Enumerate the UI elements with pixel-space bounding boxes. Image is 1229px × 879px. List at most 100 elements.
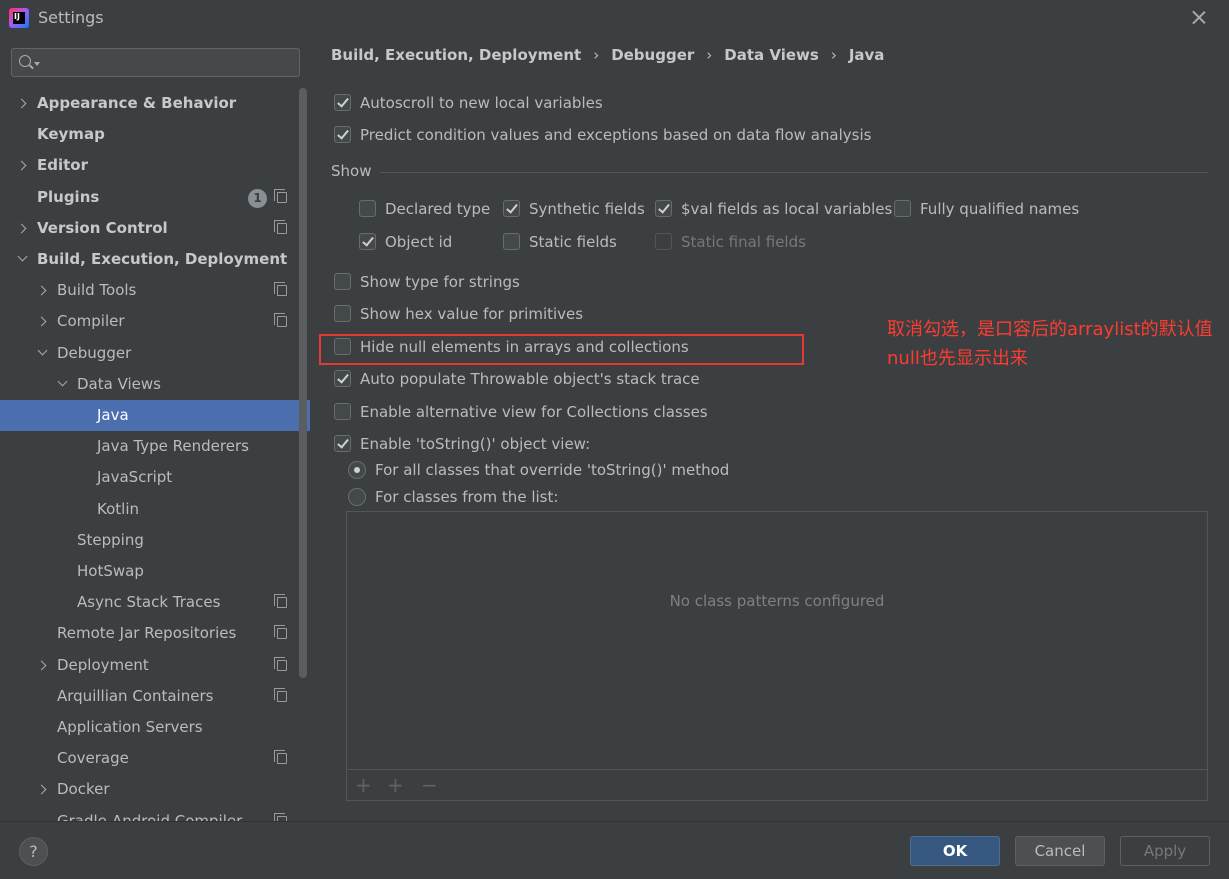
cancel-button[interactable]: Cancel bbox=[1015, 836, 1105, 866]
sidebar-item-label: Stepping bbox=[77, 530, 144, 549]
sidebar-item-deployment[interactable]: Deployment bbox=[0, 650, 310, 681]
sidebar-item-kotlin[interactable]: Kotlin bbox=[0, 494, 310, 525]
project-level-icon bbox=[274, 188, 287, 203]
sidebar-item-label: Java Type Renderers bbox=[97, 437, 249, 456]
sidebar-item-build-execution-deployment[interactable]: Build, Execution, Deployment bbox=[0, 244, 310, 275]
auto-populate-checkbox[interactable] bbox=[334, 370, 351, 387]
breadcrumb-item: Data Views bbox=[724, 46, 819, 64]
project-level-icon bbox=[274, 219, 287, 234]
sidebar-item-keymap[interactable]: Keymap bbox=[0, 119, 310, 150]
sidebar-item-stepping[interactable]: Stepping bbox=[0, 525, 310, 556]
sidebar-item-java-type-renderers[interactable]: Java Type Renderers bbox=[0, 431, 310, 462]
sidebar-item-debugger[interactable]: Debugger bbox=[0, 338, 310, 369]
sidebar-item-label: Debugger bbox=[57, 343, 132, 362]
sidebar-item-coverage[interactable]: Coverage bbox=[0, 743, 310, 774]
update-count-badge: 1 bbox=[248, 188, 267, 208]
tostring-view-checkbox[interactable] bbox=[334, 435, 351, 452]
breadcrumb-separator-icon: › bbox=[830, 46, 837, 64]
sidebar-item-remote-jar-repositories[interactable]: Remote Jar Repositories bbox=[0, 618, 310, 649]
class-patterns-list[interactable]: No class patterns configured + + − bbox=[346, 511, 1208, 801]
sidebar-item-arquillian-containers[interactable]: Arquillian Containers bbox=[0, 681, 310, 712]
sidebar-item-label: Gradle-Android Compiler bbox=[57, 811, 243, 821]
search-options-chevron-down-icon[interactable] bbox=[34, 62, 40, 66]
chevron-right-icon[interactable] bbox=[36, 285, 47, 296]
show-section-divider bbox=[380, 172, 1208, 173]
sidebar-item-label: Kotlin bbox=[97, 499, 139, 518]
tostring-view-label: Enable 'toString()' object view: bbox=[360, 435, 591, 453]
help-button[interactable]: ? bbox=[19, 837, 48, 866]
sidebar-item-editor[interactable]: Editor bbox=[0, 150, 310, 181]
radio-all-classes[interactable] bbox=[348, 461, 366, 479]
chevron-right-icon[interactable] bbox=[36, 784, 47, 795]
chevron-right-icon[interactable] bbox=[16, 98, 27, 109]
sidebar-item-hotswap[interactable]: HotSwap bbox=[0, 556, 310, 587]
chevron-right-icon[interactable] bbox=[16, 223, 27, 234]
chevron-right-icon[interactable] bbox=[36, 660, 47, 671]
sidebar-item-java[interactable]: Java bbox=[0, 400, 310, 431]
ok-button[interactable]: OK bbox=[910, 836, 1000, 866]
breadcrumb-separator-icon: › bbox=[593, 46, 600, 64]
sidebar-item-appearance-behavior[interactable]: Appearance & Behavior bbox=[0, 88, 310, 119]
type-for-strings-checkbox[interactable] bbox=[334, 273, 351, 290]
dialog-button-bar: ? OK Cancel Apply bbox=[0, 821, 1229, 879]
predict-checkbox[interactable] bbox=[334, 126, 351, 143]
sidebar-item-version-control[interactable]: Version Control bbox=[0, 213, 310, 244]
annotation-note: 取消勾选，是口容后的arraylist的默认值null也先显示出来 bbox=[887, 319, 1213, 369]
window-title: Settings bbox=[38, 8, 104, 27]
apply-button[interactable]: Apply bbox=[1120, 836, 1210, 866]
sidebar-item-label: Java bbox=[97, 406, 129, 424]
hide-null-label: Hide null elements in arrays and collect… bbox=[360, 338, 689, 356]
chevron-down-icon[interactable] bbox=[17, 251, 28, 262]
synthetic-fields-checkbox[interactable] bbox=[503, 200, 520, 217]
chevron-right-icon[interactable] bbox=[36, 316, 47, 327]
autoscroll-checkbox[interactable] bbox=[334, 94, 351, 111]
hide-null-checkbox[interactable] bbox=[334, 338, 351, 355]
chevron-down-icon[interactable] bbox=[57, 376, 68, 387]
sidebar-item-label: HotSwap bbox=[77, 562, 144, 580]
fully-qualified-label: Fully qualified names bbox=[920, 200, 1080, 218]
project-level-icon bbox=[274, 282, 287, 297]
val-fields-checkbox[interactable] bbox=[655, 200, 672, 217]
object-id-checkbox[interactable] bbox=[359, 233, 376, 250]
val-fields-label: $val fields as local variables bbox=[681, 200, 893, 218]
chevron-down-icon[interactable] bbox=[37, 345, 48, 356]
autoscroll-label: Autoscroll to new local variables bbox=[360, 94, 603, 112]
project-level-icon bbox=[274, 656, 287, 671]
sidebar-item-label: Remote Jar Repositories bbox=[57, 624, 237, 643]
sidebar-item-javascript[interactable]: JavaScript bbox=[0, 462, 310, 493]
sidebar-item-data-views[interactable]: Data Views bbox=[0, 369, 310, 400]
add-pattern-icon[interactable]: + bbox=[355, 775, 372, 795]
settings-search-input[interactable] bbox=[11, 48, 300, 77]
add-class-icon[interactable]: + bbox=[387, 775, 404, 795]
chevron-right-icon[interactable] bbox=[16, 160, 27, 171]
sidebar-item-label: Appearance & Behavior bbox=[37, 94, 237, 112]
project-level-icon bbox=[274, 750, 287, 765]
static-fields-checkbox[interactable] bbox=[503, 233, 520, 250]
sidebar-item-plugins[interactable]: Plugins 1 bbox=[0, 182, 310, 213]
sidebar-item-label: JavaScript bbox=[97, 468, 173, 487]
sidebar-item-gradle-android-compiler[interactable]: Gradle-Android Compiler bbox=[0, 806, 310, 821]
hex-primitives-checkbox[interactable] bbox=[334, 305, 351, 322]
remove-icon[interactable]: − bbox=[421, 775, 438, 795]
breadcrumb-item: Java bbox=[848, 46, 885, 64]
fully-qualified-checkbox[interactable] bbox=[894, 200, 911, 217]
sidebar-item-compiler[interactable]: Compiler bbox=[0, 306, 310, 337]
sidebar-item-application-servers[interactable]: Application Servers bbox=[0, 712, 310, 743]
sidebar-item-label: Deployment bbox=[57, 655, 149, 674]
sidebar-item-build-tools[interactable]: Build Tools bbox=[0, 275, 310, 306]
sidebar-item-label: Plugins bbox=[37, 187, 100, 206]
search-icon bbox=[19, 55, 31, 67]
sidebar-item-label: Async Stack Traces bbox=[77, 593, 221, 612]
close-icon[interactable] bbox=[1189, 7, 1209, 27]
declared-type-checkbox[interactable] bbox=[359, 200, 376, 217]
alt-view-checkbox[interactable] bbox=[334, 403, 351, 420]
sidebar-item-label: Keymap bbox=[37, 125, 105, 144]
auto-populate-label: Auto populate Throwable object's stack t… bbox=[360, 370, 700, 388]
radio-list-classes[interactable] bbox=[348, 488, 366, 506]
object-id-label: Object id bbox=[385, 233, 453, 251]
show-section-title: Show bbox=[331, 162, 372, 180]
sidebar-item-async-stack-traces[interactable]: Async Stack Traces bbox=[0, 587, 310, 618]
type-for-strings-label: Show type for strings bbox=[360, 273, 520, 291]
sidebar-scrollbar[interactable] bbox=[299, 88, 307, 678]
sidebar-item-docker[interactable]: Docker bbox=[0, 774, 310, 805]
